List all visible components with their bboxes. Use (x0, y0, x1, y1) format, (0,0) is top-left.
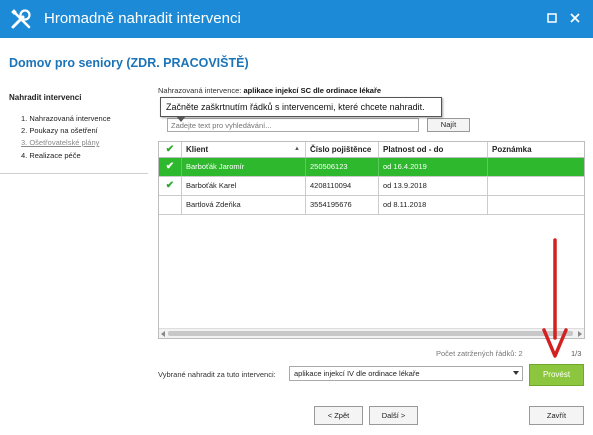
chevron-down-icon (513, 371, 519, 375)
wrench-screwdriver-icon (11, 9, 31, 29)
replaced-intervention-line: Nahrazovaná intervence: aplikace injekcí… (158, 86, 381, 95)
red-arrow-annotation (542, 238, 568, 358)
table-row[interactable]: Bartlová Zdeňka 3554195676 od 8.11.2018 (159, 196, 584, 215)
step-care-realization[interactable]: 4. Realizace péče (21, 151, 81, 160)
table-row[interactable]: ✔ Barboťák Karel 4208110094 od 13.9.2018 (159, 177, 584, 196)
scroll-right-icon[interactable] (578, 331, 582, 337)
replaced-intervention-label: Nahrazovaná intervence: (158, 86, 242, 95)
column-insurance[interactable]: Číslo pojištěnce (306, 142, 379, 157)
note (488, 196, 584, 214)
hint-tooltip: Začněte zaškrtnutím řádků s intervencemi… (160, 97, 442, 117)
window-titlebar: Hromadně nahradit intervenci (0, 0, 593, 38)
tooltip-pointer (176, 116, 186, 122)
note (488, 158, 584, 176)
client-name: Bartlová Zdeňka (182, 196, 306, 214)
replace-with-label: Vybrané nahradit za tuto intervenci: (158, 370, 276, 379)
insurance-number: 4208110094 (306, 177, 379, 195)
checked-rows-count: Počet zatržených řádků: 2 (436, 349, 523, 358)
step-nursing-plans[interactable]: 3. Ošetřovatelské plány (21, 138, 99, 147)
row-checkbox[interactable] (159, 196, 182, 214)
search-input[interactable] (167, 118, 419, 132)
replaced-intervention-value: aplikace injekcí SC dle ordinace lékaře (243, 86, 382, 95)
checkmark-icon: ✔ (165, 161, 175, 172)
replacement-intervention-value: aplikace injekcí IV dle ordinace lékaře (294, 369, 420, 378)
step-treatment-vouchers[interactable]: 2. Poukazy na ošetření (21, 126, 98, 135)
column-note[interactable]: Poznámka (488, 142, 584, 157)
checkmark-icon: ✔ (165, 180, 175, 191)
checkmark-icon: ✔ (165, 144, 175, 155)
page-indicator: 1/3 (571, 349, 582, 358)
sort-asc-icon: ▲ (294, 146, 300, 152)
maximize-icon (547, 13, 557, 23)
clients-table: ✔ Klient ▲ Číslo pojištěnce Platnost od … (158, 141, 585, 339)
wizard-heading: Nahradit intervenci (9, 93, 82, 102)
wizard-steps: Nahradit intervenci 1. Nahrazovaná inter… (0, 90, 148, 174)
run-button[interactable]: Provést (529, 364, 584, 386)
select-all-checkbox[interactable]: ✔ (159, 142, 182, 157)
back-button[interactable]: < Zpět (314, 406, 363, 425)
validity: od 13.9.2018 (379, 177, 488, 195)
close-icon (570, 13, 580, 23)
page-title: Domov pro seniory (ZDR. PRACOVIŠTĚ) (9, 56, 249, 70)
scroll-left-icon[interactable] (161, 331, 165, 337)
validity: od 8.11.2018 (379, 196, 488, 214)
column-client[interactable]: Klient ▲ (182, 142, 306, 157)
window-title: Hromadně nahradit intervenci (44, 10, 241, 27)
row-checkbox[interactable]: ✔ (159, 158, 182, 176)
replacement-intervention-select[interactable]: aplikace injekcí IV dle ordinace lékaře (289, 366, 523, 381)
client-name: Barboťák Karel (182, 177, 306, 195)
close-window-button[interactable] (567, 10, 583, 26)
next-button[interactable]: Další > (369, 406, 418, 425)
column-validity[interactable]: Platnost od - do (379, 142, 488, 157)
scrollbar-thumb[interactable] (168, 331, 573, 336)
client-name: Barboťák Jaromír (182, 158, 306, 176)
table-header: ✔ Klient ▲ Číslo pojištěnce Platnost od … (159, 142, 584, 158)
validity: od 16.4.2019 (379, 158, 488, 176)
insurance-number: 250506123 (306, 158, 379, 176)
maximize-button[interactable] (544, 10, 560, 26)
find-button[interactable]: Najít (427, 118, 470, 132)
note (488, 177, 584, 195)
horizontal-scrollbar[interactable] (159, 328, 584, 338)
insurance-number: 3554195676 (306, 196, 379, 214)
close-button[interactable]: Zavřít (529, 406, 584, 425)
column-client-label: Klient (186, 145, 209, 154)
row-checkbox[interactable]: ✔ (159, 177, 182, 195)
step-replaced-intervention[interactable]: 1. Nahrazovaná intervence (21, 114, 111, 123)
table-row[interactable]: ✔ Barboťák Jaromír 250506123 od 16.4.201… (159, 158, 584, 177)
